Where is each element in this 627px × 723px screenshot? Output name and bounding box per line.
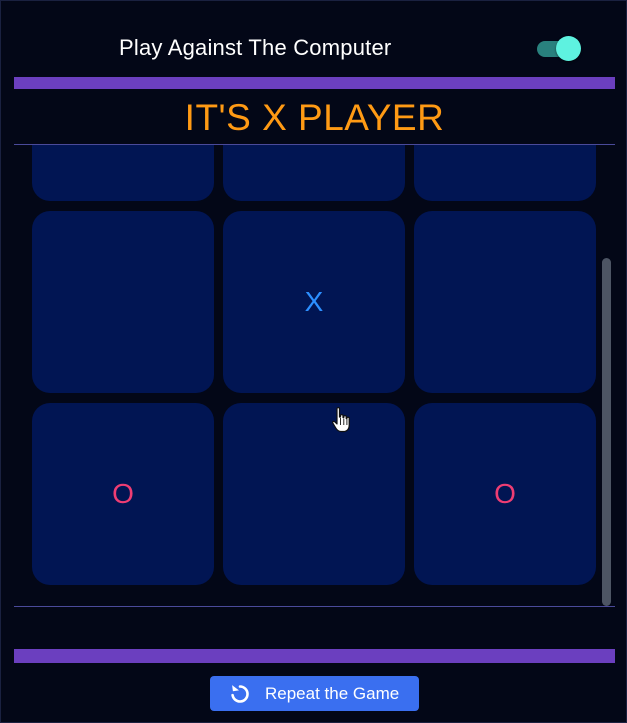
top-accent-bar [14,77,615,89]
toggle-knob [556,36,581,61]
cell-mark: O [112,478,134,509]
board-cell-7[interactable] [223,403,405,585]
header: Play Against The Computer [1,1,627,77]
hand-cursor-icon [331,406,351,434]
board-scroll-area[interactable]: X O O [14,145,615,606]
board-cell-5[interactable] [414,211,596,393]
board-cell-0[interactable] [32,145,214,201]
refresh-icon [228,682,252,706]
game-screen: Play Against The Computer IT'S X PLAYER … [0,0,627,723]
turn-status: IT'S X PLAYER [184,97,445,138]
cell-mark: X [304,286,324,317]
board-cell-1[interactable] [223,145,405,201]
bottom-accent-bar [14,649,615,663]
board-bottom-divider [14,606,615,607]
game-board: X O O [32,145,597,585]
cell-mark: O [494,478,516,509]
board-cell-3[interactable] [32,211,214,393]
board-cell-4[interactable]: X [223,211,405,393]
page-title: Play Against The Computer [119,35,392,60]
vertical-scrollbar[interactable] [602,258,611,606]
board-cell-8[interactable]: O [414,403,596,585]
board-cell-2[interactable] [414,145,596,201]
board-cell-6[interactable]: O [32,403,214,585]
repeat-game-label: Repeat the Game [265,683,400,703]
repeat-game-button[interactable]: Repeat the Game [210,676,419,711]
computer-opponent-toggle[interactable] [537,36,581,62]
